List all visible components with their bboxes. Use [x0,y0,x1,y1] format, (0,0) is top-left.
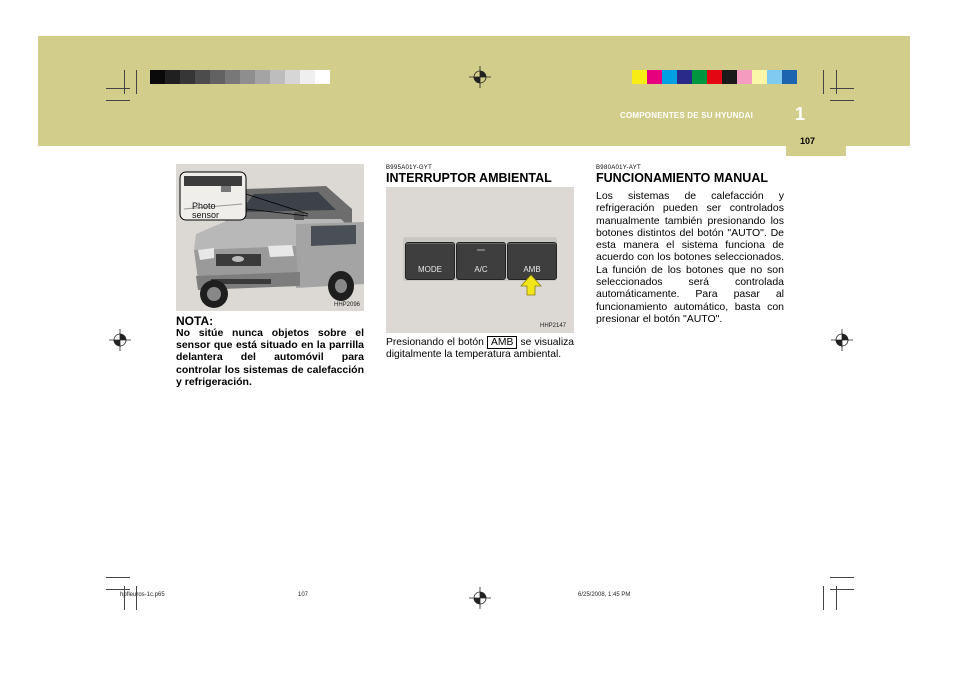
registration-mark-top-icon [469,66,491,88]
gray-swatch-7 [255,70,270,84]
crop-mark-br-h [830,577,854,578]
figure-code-car: HHP2096 [333,302,360,308]
gray-swatch-8 [270,70,285,84]
registration-mark-bottom-icon [469,587,491,609]
footer-timestamp: 6/25/2008, 1:45 PM [578,592,631,598]
crop-mark-tr-v [823,70,824,94]
ambient-text: Presionando el botón AMB se visualiza di… [386,336,574,362]
color-swatch-10 [782,70,797,84]
crop-mark-br-h2 [830,589,854,590]
registration-mark-right-icon [831,329,853,351]
color-swatch-1 [647,70,662,84]
ambient-text-before: Presionando el botón [386,337,484,348]
section-title: COMPONENTES DE SU HYUNDAI [620,111,754,120]
color-swatch-3 [677,70,692,84]
gray-swatch-10 [300,70,315,84]
gray-swatch-5 [225,70,240,84]
crop-mark-br-v [823,586,824,610]
photo-sensor-label: Photo sensor [192,201,220,220]
pointer-arrow-icon [520,274,542,296]
crop-mark-tr-v2 [836,70,837,94]
gray-swatch-1 [165,70,180,84]
nota-text: No sitúe nunca objetos sobre el sensor q… [176,327,364,388]
color-swatch-8 [752,70,767,84]
amb-inline-label: AMB [487,336,518,349]
figure-code-buttons: HHP2147 [540,323,567,329]
color-swatch-6 [722,70,737,84]
ac-button-label: A/C [474,265,488,274]
gray-swatch-4 [210,70,225,84]
crop-mark-tr-h2 [830,88,854,89]
page-number: 107 [800,136,816,146]
crop-mark-tl-h2 [106,88,130,89]
color-swatch-5 [707,70,722,84]
ac-indicator [477,249,485,251]
gray-swatch-11 [315,70,330,84]
mode-button-label: MODE [418,265,442,274]
nota-title: NOTA: [176,314,214,328]
color-swatch-7 [737,70,752,84]
gray-swatch-2 [180,70,195,84]
color-swatch-0 [632,70,647,84]
amb-button-label: AMB [523,265,541,274]
ac-button[interactable]: A/C [456,242,506,280]
gray-swatch-3 [195,70,210,84]
color-swatch-2 [662,70,677,84]
crop-mark-tl-v2 [124,70,125,94]
header-band [38,36,910,146]
grayscale-swatches [150,70,330,84]
footer-filename: hpfleuros-1c.p65 [120,592,165,598]
mode-button[interactable]: MODE [405,242,455,280]
manual-operation-text: Los sistemas de calefacción y refrigerac… [596,190,784,325]
color-swatch-9 [767,70,782,84]
gray-swatch-9 [285,70,300,84]
heading-ambient-switch: INTERRUPTOR AMBIENTAL [386,171,552,185]
footer-page: 107 [298,592,309,598]
page-number-tab [786,134,846,156]
crop-mark-tl-v [136,70,137,94]
registration-mark-left-icon [109,329,131,351]
crop-mark-bl-h [106,577,130,578]
crop-mark-bl-v2 [136,586,137,610]
color-swatch-4 [692,70,707,84]
heading-manual-operation: FUNCIONAMIENTO MANUAL [596,171,768,185]
crop-mark-tr-h [830,100,854,101]
suv-illustration [176,164,364,311]
gray-swatch-0 [150,70,165,84]
car-figure: Photo sensor HHP2096 [176,164,364,311]
color-swatches [632,70,797,84]
gray-swatch-6 [240,70,255,84]
crop-mark-tl-h [106,100,130,101]
crop-mark-bl-h2 [106,589,130,590]
chapter-number: 1 [795,104,806,124]
